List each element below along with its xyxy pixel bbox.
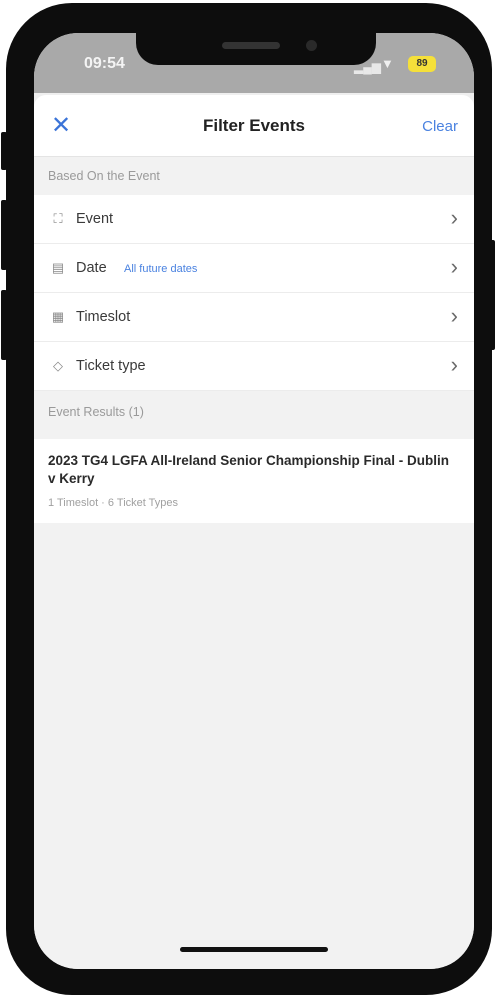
wifi-icon: ▼ — [381, 56, 394, 71]
chevron-right-icon: › — [450, 205, 458, 230]
chevron-right-icon: › — [450, 303, 458, 328]
event-result-subtitle: 1 Timeslot · 6 Ticket Types — [48, 497, 179, 509]
nav-bar: ✕ Filter Events Clear — [34, 95, 474, 157]
filter-label-date: Date — [76, 260, 107, 276]
filter-row-date[interactable]: ▤ Date All future dates › — [34, 244, 474, 293]
section-header-based-on: Based On the Event — [34, 157, 474, 195]
filter-label-timeslot: Timeslot — [76, 309, 131, 325]
filter-sheet: ✕ Filter Events Clear Based On the Event… — [34, 95, 474, 969]
tag-icon: ◇ — [53, 358, 63, 373]
phone-screen: 09:54 ▂▄▆ ▼ 89 ✕ Filter Events Clear Bas… — [34, 33, 474, 969]
calendar-icon: ▤ — [51, 260, 65, 275]
event-icon: ⛶ — [53, 211, 63, 226]
status-time: 09:54 — [84, 55, 125, 72]
filter-row-ticket-type[interactable]: ◇ Ticket type › — [34, 342, 474, 391]
timeslot-icon: ▦ — [51, 309, 65, 324]
speaker-grille — [222, 42, 280, 49]
front-camera — [306, 40, 317, 51]
filter-row-timeslot[interactable]: ▦ Timeslot › — [34, 293, 474, 342]
clear-button[interactable]: Clear — [422, 118, 458, 135]
home-indicator[interactable] — [180, 947, 328, 952]
phone-frame: 09:54 ▂▄▆ ▼ 89 ✕ Filter Events Clear Bas… — [6, 3, 492, 995]
event-result-title: 2023 TG4 LGFA All-Ireland Senior Champio… — [48, 453, 450, 486]
chevron-right-icon: › — [450, 352, 458, 377]
filter-value-date: All future dates — [124, 263, 198, 275]
filter-row-event[interactable]: ⛶ Event › — [34, 195, 474, 244]
notch — [136, 33, 376, 65]
battery-icon: 89 — [408, 56, 436, 72]
page-title: Filter Events — [202, 116, 306, 135]
event-result-item[interactable]: 2023 TG4 LGFA All-Ireland Senior Champio… — [34, 439, 474, 523]
section-header-results: Event Results (1) — [34, 393, 474, 431]
filter-label-event: Event — [76, 211, 114, 227]
chevron-right-icon: › — [450, 254, 458, 279]
filter-label-ticket-type: Ticket type — [76, 358, 146, 374]
